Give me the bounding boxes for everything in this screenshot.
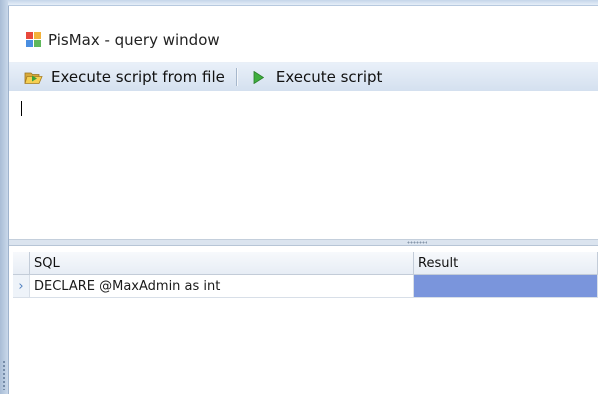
- table-row[interactable]: › DECLARE @MaxAdmin as int: [13, 274, 598, 298]
- execute-script-button[interactable]: Execute script: [243, 65, 389, 89]
- pane-splitter[interactable]: [9, 240, 598, 246]
- result-cell[interactable]: [413, 274, 598, 298]
- results-table: SQL Result › DECLARE @MaxAdmin as int: [13, 252, 598, 298]
- results-header-row: SQL Result: [13, 252, 598, 275]
- script-editor[interactable]: [9, 91, 598, 240]
- column-header-sql[interactable]: SQL: [29, 252, 414, 275]
- results-grid[interactable]: SQL Result › DECLARE @MaxAdmin as int: [13, 252, 598, 394]
- text-caret: [21, 101, 22, 116]
- row-indicator-header: [13, 252, 30, 275]
- execute-script-from-file-button[interactable]: Execute script from file: [9, 65, 231, 89]
- column-header-result[interactable]: Result: [413, 252, 598, 275]
- window-top-border: [8, 0, 598, 6]
- execute-script-label: Execute script: [275, 68, 383, 86]
- window-title: PisMax - query window: [48, 31, 220, 49]
- sql-cell[interactable]: DECLARE @MaxAdmin as int: [29, 274, 414, 298]
- play-icon: [253, 70, 264, 84]
- toolbar: Execute script from file Execute script: [9, 62, 598, 92]
- app-icon: [26, 32, 42, 48]
- row-indicator[interactable]: ›: [13, 274, 30, 298]
- window-left-border: [0, 0, 9, 394]
- resize-grip[interactable]: [2, 360, 6, 390]
- window-titlebar: PisMax - query window: [9, 26, 598, 54]
- toolbar-separator: [235, 68, 237, 86]
- splitter-grip: [407, 241, 427, 244]
- folder-open-icon: [24, 72, 43, 84]
- execute-script-from-file-label: Execute script from file: [51, 68, 225, 86]
